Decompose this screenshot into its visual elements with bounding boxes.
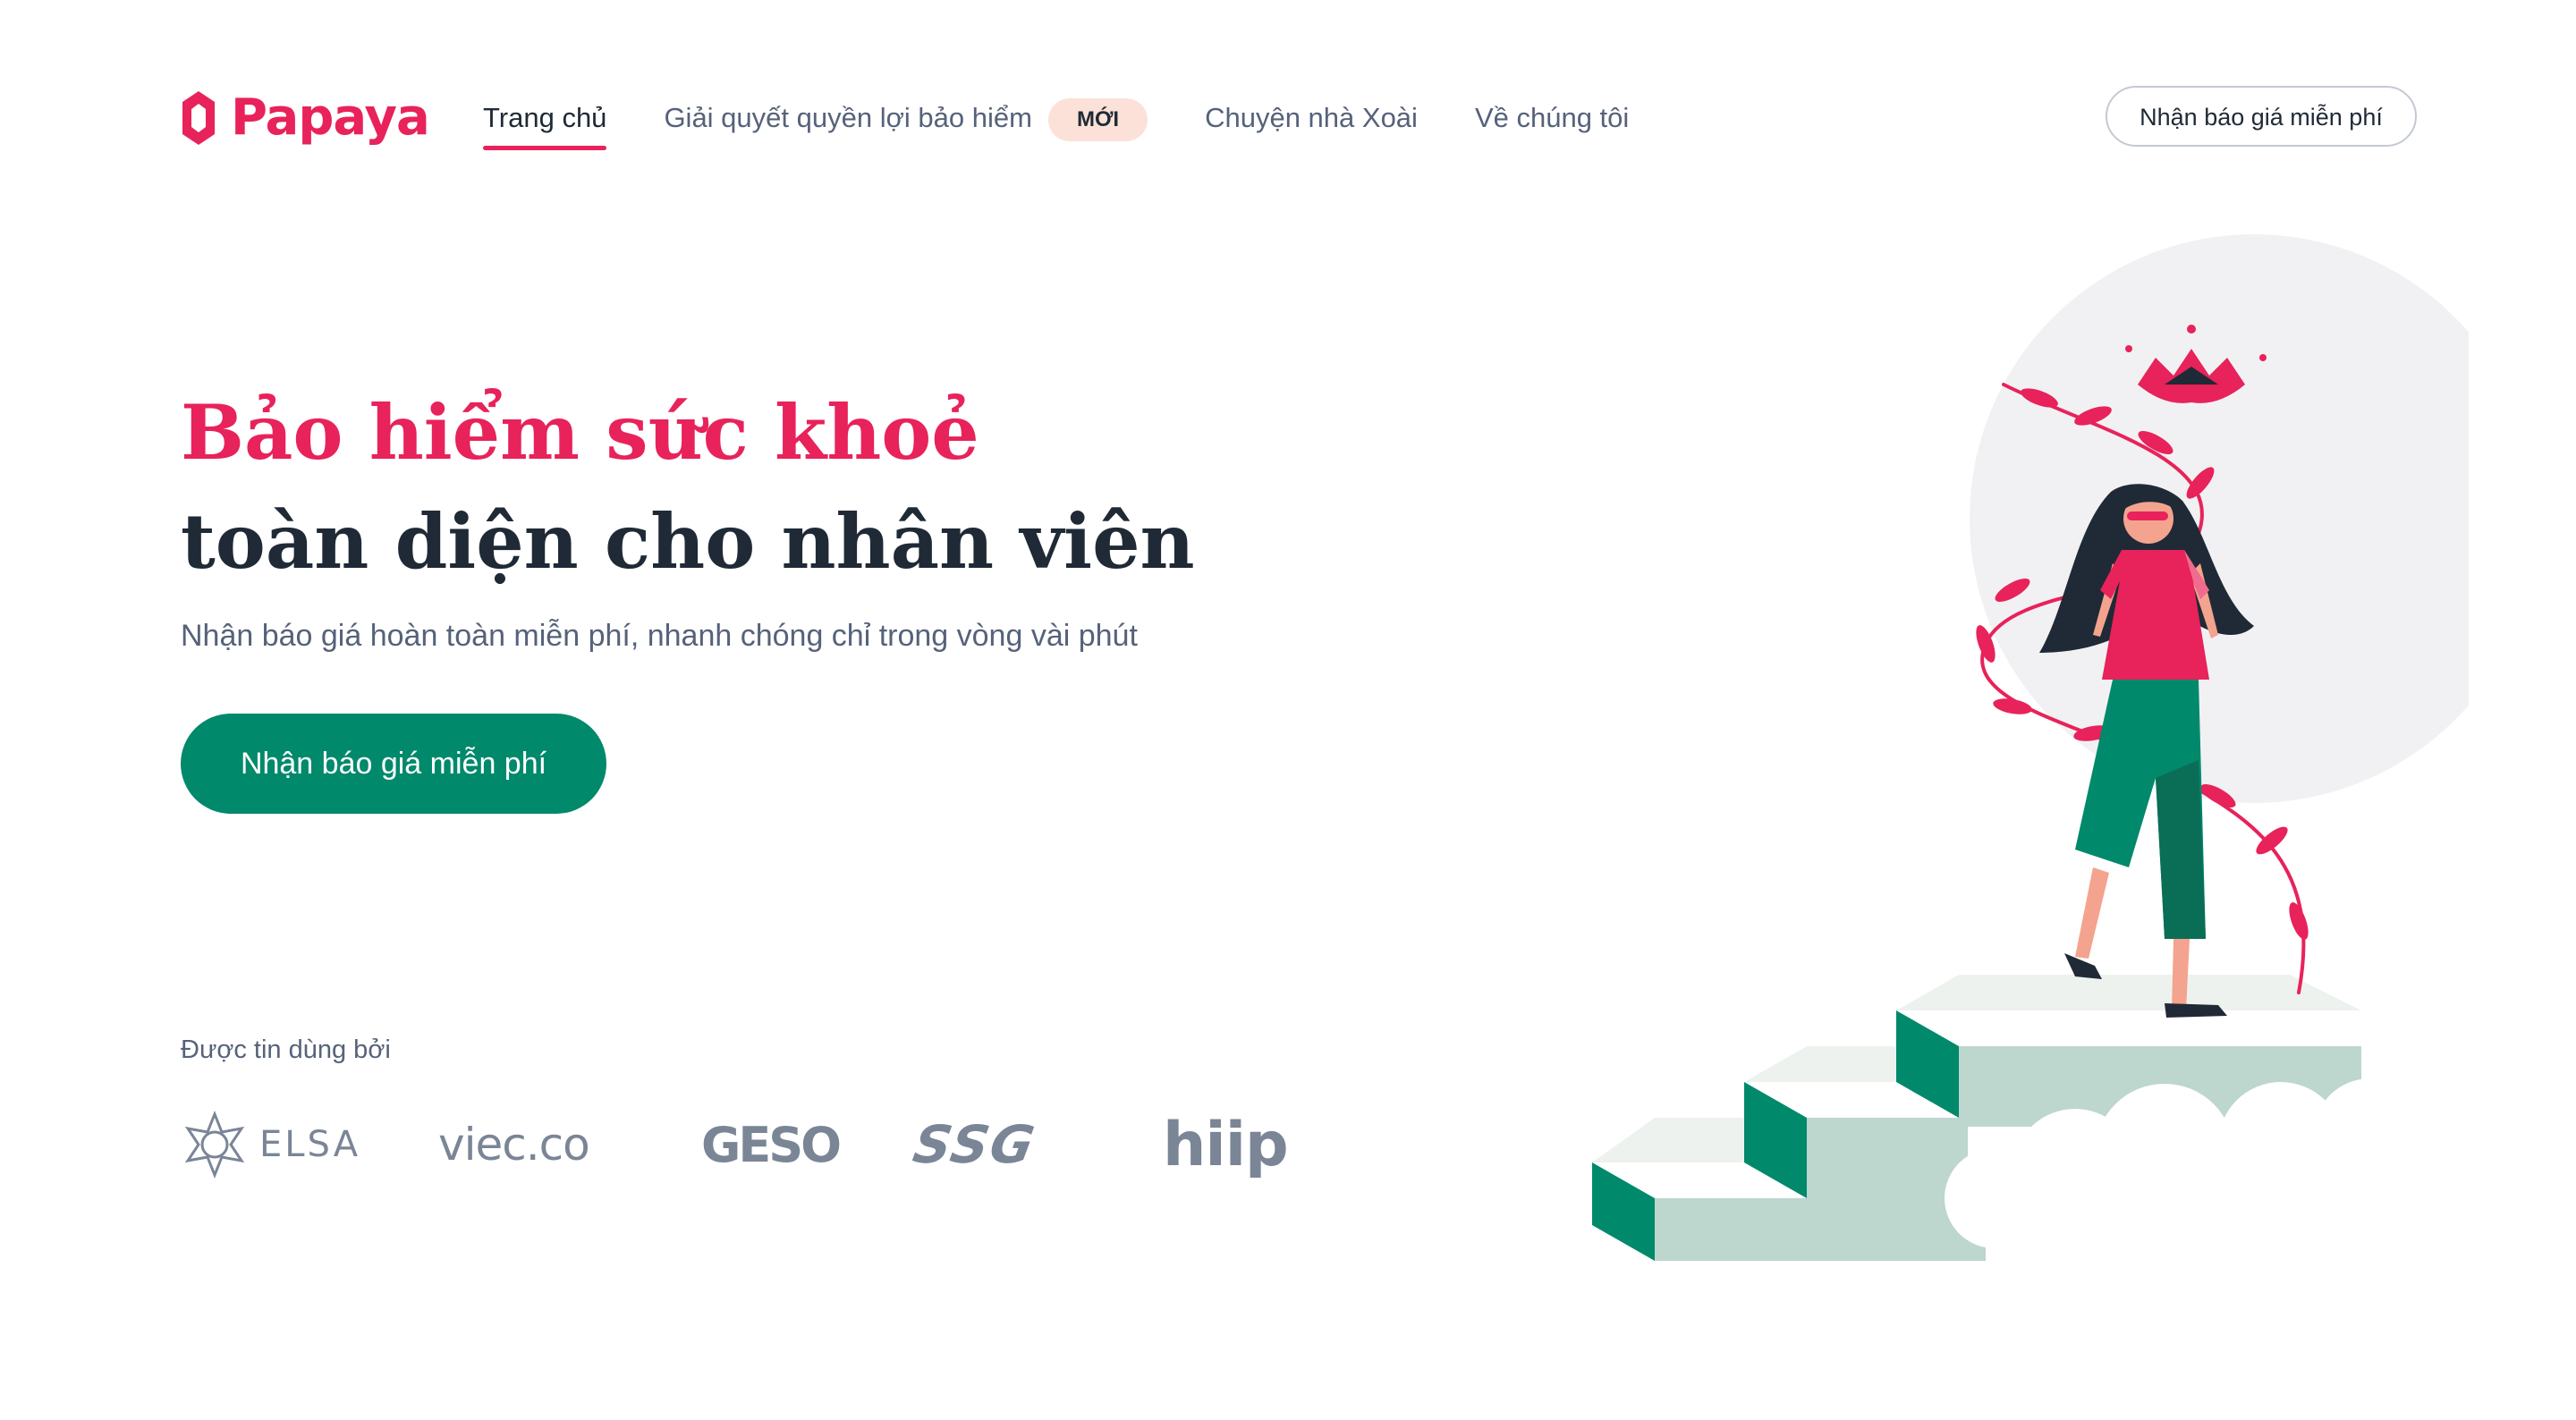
partner-name: ELSA <box>259 1124 361 1165</box>
hero-title-line-1: Bảo hiểm sức khoẻ <box>181 388 979 477</box>
brand-name: Papaya <box>231 89 430 147</box>
partner-name: GESO <box>701 1116 842 1173</box>
partner-name: viec.co <box>438 1119 590 1171</box>
nav-item-label: Trang chủ <box>483 102 607 133</box>
partner-logo-viecco: viec.co <box>438 1105 590 1184</box>
landing-page: Papaya Trang chủ Giải quyết quyền lợi bả… <box>0 0 2576 1420</box>
woman-walking-up-stairs-illustration <box>1592 234 2469 1261</box>
nav-item-label: Giải quyết quyền lợi bảo hiểm <box>664 102 1032 133</box>
partner-name: SSG <box>909 1114 1041 1175</box>
partner-logo-geso: GESO <box>701 1105 842 1184</box>
nav-item-stories[interactable]: Chuyện nhà Xoài <box>1205 89 1418 147</box>
partner-logo-elsa: ELSA <box>181 1105 360 1184</box>
nav-item-label: Về chúng tôi <box>1474 102 1630 133</box>
hero-subtitle: Nhận báo giá hoàn toàn miễn phí, nhanh c… <box>181 619 1138 653</box>
site-header: Papaya Trang chủ Giải quyết quyền lợi bả… <box>0 0 2576 215</box>
nav-item-label: Chuyện nhà Xoài <box>1205 102 1418 133</box>
partner-name: hiip <box>1163 1109 1289 1180</box>
trusted-by-label: Được tin dùng bởi <box>181 1035 391 1064</box>
elsa-star-icon <box>184 1111 245 1179</box>
papaya-logo[interactable]: Papaya <box>179 82 430 154</box>
papaya-logo-icon <box>182 91 215 145</box>
hero-quote-button[interactable]: Nhận báo giá miễn phí <box>181 714 606 814</box>
partner-logos: ELSA viec.co GESO SSG hiip <box>181 1105 1343 1184</box>
hero-title-line-2: toàn diện cho nhân viên <box>181 497 1195 586</box>
nav-item-about[interactable]: Về chúng tôi <box>1475 89 1629 147</box>
nav-item-home[interactable]: Trang chủ <box>483 89 607 150</box>
new-badge: MỚI <box>1047 97 1148 141</box>
partner-logo-hiip: hiip <box>1163 1105 1289 1184</box>
nav-item-claims[interactable]: Giải quyết quyền lợi bảo hiểm MỚI <box>664 89 1148 147</box>
main-nav: Trang chủ Giải quyết quyền lợi bảo hiểm M… <box>483 89 1686 150</box>
partner-logo-ssg: SSG <box>909 1105 1040 1184</box>
header-quote-button[interactable]: Nhận báo giá miễn phí <box>2106 86 2417 147</box>
